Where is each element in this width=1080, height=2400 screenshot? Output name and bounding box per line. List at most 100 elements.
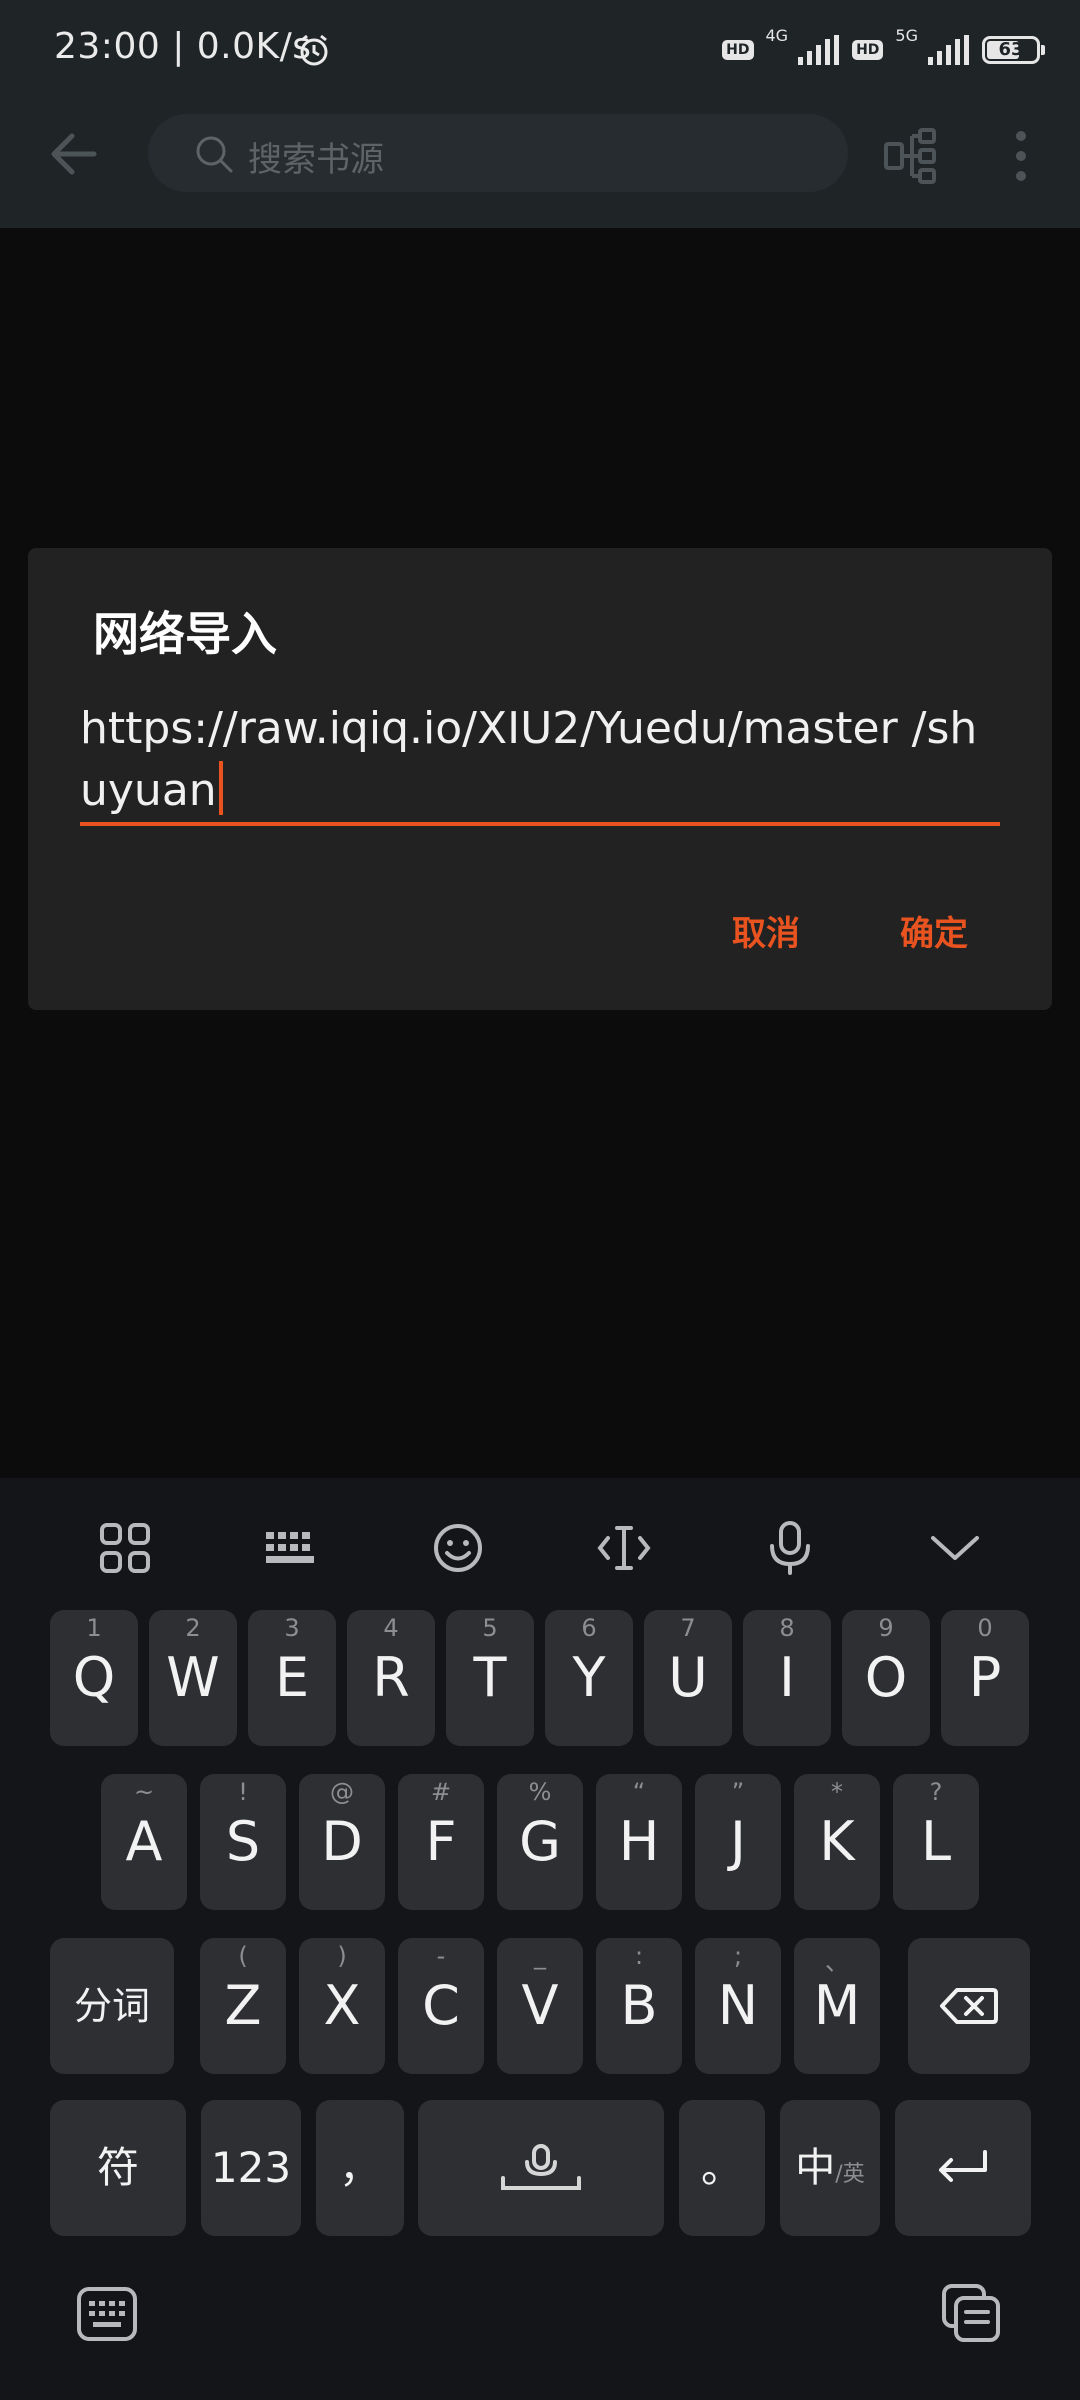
status-indicators: HD 4G HD 5G 63	[722, 26, 1045, 70]
key-label: B	[620, 1974, 658, 2037]
key-label: 符	[96, 2143, 139, 2192]
key-label: S	[225, 1810, 261, 1873]
key-p[interactable]: 0P	[941, 1610, 1029, 1746]
key-hint: 6	[581, 1614, 597, 1642]
key-a[interactable]: ~ A	[101, 1774, 187, 1910]
key-label: T	[473, 1646, 507, 1709]
lang-label-en: /英	[835, 2162, 865, 2187]
key-hint: 1	[86, 1614, 102, 1642]
key-l[interactable]: ? L	[893, 1774, 979, 1910]
key-label: E	[274, 1646, 310, 1709]
key-label: N	[717, 1974, 759, 2037]
dialog-title: 网络导入	[93, 607, 277, 661]
key-label: C	[422, 1974, 460, 2037]
key-hint: (	[238, 1942, 248, 1970]
key-h[interactable]: “H	[596, 1774, 682, 1910]
segment-key[interactable]: 分词	[50, 1938, 174, 2074]
key-label: O	[864, 1646, 908, 1709]
period-key[interactable]: 。	[679, 2100, 765, 2236]
more-vertical-icon[interactable]	[1008, 126, 1034, 186]
cursor-move-icon[interactable]	[584, 1508, 664, 1588]
key-label: P	[968, 1646, 1002, 1709]
clipboard-icon[interactable]	[940, 2282, 1002, 2344]
key-hint: %	[528, 1778, 552, 1806]
key-label: D	[321, 1810, 363, 1873]
hd-badge-2: HD	[852, 40, 884, 60]
key-label: ，	[338, 2143, 381, 2192]
key-u[interactable]: 7U	[644, 1610, 732, 1746]
key-hint: 5	[482, 1614, 498, 1642]
lang-label-zh: 中	[795, 2145, 836, 2191]
key-j[interactable]: ” J	[695, 1774, 781, 1910]
key-r[interactable]: 4R	[347, 1610, 435, 1746]
key-f[interactable]: # F	[398, 1774, 484, 1910]
key-hint: -	[436, 1942, 446, 1970]
key-s[interactable]: ! S	[200, 1774, 286, 1910]
collapse-chevron-icon[interactable]	[915, 1508, 995, 1588]
key-hint: 2	[185, 1614, 201, 1642]
key-hint: @	[330, 1778, 354, 1806]
top-bar: 23:00 | 0.0K/s HD 4G HD 5G 63 搜索书源	[0, 0, 1080, 228]
key-label: M	[813, 1974, 861, 2037]
key-hint: ”	[731, 1778, 745, 1806]
search-input[interactable]: 搜索书源	[148, 114, 848, 192]
search-placeholder: 搜索书源	[248, 140, 384, 180]
backspace-icon	[908, 1938, 1030, 2074]
key-label: F	[425, 1810, 457, 1873]
key-b[interactable]: :B	[596, 1938, 682, 2074]
key-label: J	[730, 1810, 746, 1873]
back-arrow-icon[interactable]	[46, 126, 102, 182]
key-hint: ;	[733, 1942, 743, 1970]
key-m[interactable]: 、 M	[794, 1938, 880, 2074]
tree-structure-icon[interactable]	[882, 126, 942, 186]
symbols-key[interactable]: 符	[50, 2100, 186, 2236]
status-time-speed: 23:00 | 0.0K/s	[54, 26, 312, 67]
apps-grid-icon[interactable]	[85, 1508, 165, 1588]
key-hint: 9	[878, 1614, 894, 1642]
url-input[interactable]: https://raw.iqiq.io/XIU2/Yuedu/master /s…	[80, 698, 1000, 822]
key-o[interactable]: 9O	[842, 1610, 930, 1746]
confirm-button[interactable]: 确定	[900, 906, 968, 955]
key-c[interactable]: -C	[398, 1938, 484, 2074]
key-label: 中/英	[780, 2100, 880, 2236]
comma-key[interactable]: ，	[316, 2100, 404, 2236]
key-label: W	[166, 1646, 220, 1709]
key-label: 123	[210, 2143, 292, 2192]
emoji-icon[interactable]	[418, 1508, 498, 1588]
key-z[interactable]: (Z	[200, 1938, 286, 2074]
key-label: A	[125, 1810, 163, 1873]
key-label: H	[618, 1810, 660, 1873]
key-hint: :	[634, 1942, 644, 1970]
key-v[interactable]: _ V	[497, 1938, 583, 2074]
search-icon	[196, 136, 233, 173]
key-q[interactable]: 1Q	[50, 1610, 138, 1746]
input-underline	[80, 822, 1000, 826]
key-x[interactable]: ) X	[299, 1938, 385, 2074]
space-mic-icon	[418, 2100, 664, 2236]
key-label: Z	[224, 1974, 262, 2037]
keyboard-layout-icon[interactable]	[250, 1508, 330, 1588]
key-hint: 4	[383, 1614, 399, 1642]
language-switch-key[interactable]: 中/英	[780, 2100, 880, 2236]
space-key[interactable]	[418, 2100, 664, 2236]
key-label: L	[920, 1810, 952, 1873]
key-hint: *	[831, 1778, 843, 1806]
key-hint: _	[534, 1942, 546, 1970]
key-label: I	[779, 1646, 795, 1709]
microphone-icon[interactable]	[750, 1508, 830, 1588]
enter-key[interactable]	[895, 2100, 1031, 2236]
key-y[interactable]: 6Y	[545, 1610, 633, 1746]
key-k[interactable]: * K	[794, 1774, 880, 1910]
keyboard-switch-icon[interactable]	[76, 2286, 138, 2342]
key-d[interactable]: @ D	[299, 1774, 385, 1910]
key-t[interactable]: 5T	[446, 1610, 534, 1746]
key-hint: #	[430, 1778, 452, 1806]
key-g[interactable]: % G	[497, 1774, 583, 1910]
cancel-button[interactable]: 取消	[732, 906, 800, 955]
numbers-key[interactable]: 123	[201, 2100, 301, 2236]
key-n[interactable]: ; N	[695, 1938, 781, 2074]
key-i[interactable]: 8I	[743, 1610, 831, 1746]
key-w[interactable]: 2W	[149, 1610, 237, 1746]
backspace-key[interactable]	[908, 1938, 1030, 2074]
key-e[interactable]: 3E	[248, 1610, 336, 1746]
